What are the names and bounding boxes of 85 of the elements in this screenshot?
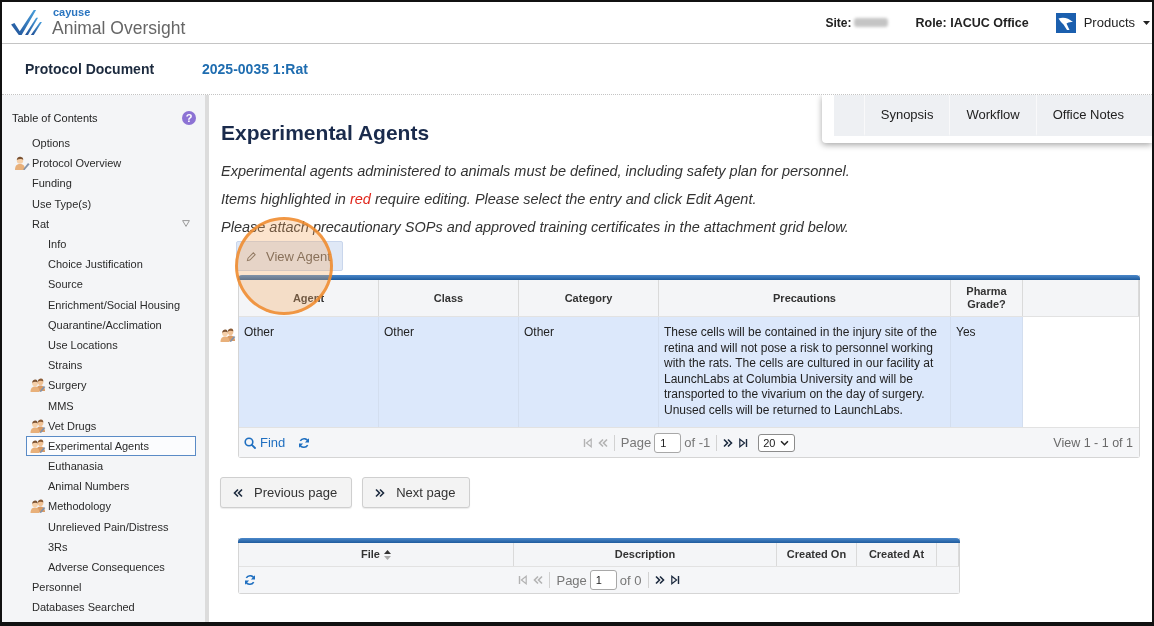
page-count-label: of -1 (684, 435, 711, 450)
page-count-label: of 0 (619, 572, 642, 588)
column-header[interactable]: Pharma Grade? (951, 280, 1023, 316)
toc-item[interactable]: Unrelieved Pain/Distress (26, 516, 196, 537)
role-label: Role: IACUC Office (915, 15, 1029, 30)
toc-item[interactable]: Rat (10, 213, 196, 234)
double-chevron-right-icon[interactable] (654, 575, 665, 585)
table-row[interactable] (239, 317, 1023, 427)
find-button[interactable]: Find (244, 435, 286, 450)
page-number-field[interactable]: 1 (654, 432, 682, 453)
two-people-icon (220, 328, 236, 342)
toc-item[interactable]: Info (26, 233, 196, 255)
toc-item[interactable]: Methodology (26, 496, 196, 517)
caret-down-icon[interactable] (1143, 20, 1150, 25)
checkmark-logo-icon (10, 9, 43, 36)
toc-item[interactable]: Databases Searched (10, 597, 196, 618)
triangle-bar-right-icon[interactable] (670, 575, 680, 585)
toc-title: Table of Contents (12, 112, 98, 124)
person-icon (14, 156, 30, 171)
previous-page-button[interactable]: Previous page (220, 477, 353, 508)
toc-item[interactable]: Quarantine/Acclimation (26, 314, 196, 335)
toc-item[interactable]: Adverse Consequences (26, 556, 196, 578)
brand-name: cayuse (53, 6, 91, 18)
double-chevron-right-icon[interactable] (723, 437, 734, 448)
record-count: View 1 - 1 of 1 (1053, 435, 1134, 450)
table-cell: These cells will be contained in the injury site of the retina and will not pose a risk to personnel working with the rats. The cells are cultured in our facility at LaunchLabs at Columbia University and will be transported to the vivarium on the day of surgery. Unused cells will be returned to LaunchLabs. (659, 317, 951, 427)
toc-item[interactable]: Choice Justification (26, 254, 196, 275)
page-number-field[interactable]: 1 (589, 570, 617, 590)
table-cell: Yes (951, 317, 1023, 427)
column-header[interactable]: Class (379, 280, 519, 316)
column-header[interactable]: Description (514, 543, 777, 566)
refresh-icon[interactable] (298, 436, 311, 449)
page-label: Page (556, 572, 587, 588)
toc-item[interactable]: Strains (26, 355, 196, 376)
page-label: Page (620, 435, 652, 450)
products-menu[interactable]: Products (1055, 7, 1152, 38)
table-cell: Other (379, 317, 519, 427)
pencil-icon (246, 250, 257, 262)
page-title: Experimental Agents (221, 121, 430, 145)
tab[interactable]: Office Notes (1035, 95, 1140, 136)
two-people-icon (30, 378, 46, 393)
document-label: Protocol Document (25, 61, 156, 77)
column-header[interactable]: Created At (857, 543, 937, 566)
toc-item[interactable]: Experimental Agents (26, 435, 196, 456)
search-icon (244, 436, 256, 449)
toc-item[interactable]: Source (26, 274, 196, 295)
double-chevron-left-icon[interactable] (233, 487, 243, 498)
column-header[interactable]: Created On (777, 543, 857, 566)
instruction-text: Experimental agents administered to animals must be defined, including safety plan for personnel. (221, 162, 851, 181)
toc-item[interactable]: Options (10, 133, 196, 154)
tab[interactable]: Synopsis (863, 95, 950, 136)
column-header[interactable]: Precautions (659, 280, 951, 316)
toc-item[interactable]: Funding (10, 173, 196, 194)
toc-item[interactable]: Vet Drugs (26, 415, 196, 436)
toc-item[interactable]: MMS (26, 395, 196, 416)
toc-item[interactable]: Personnel (10, 577, 196, 598)
toc-item[interactable]: Animal Numbers (26, 476, 196, 497)
swoosh-tile-icon[interactable] (1055, 12, 1076, 33)
instruction-text: Items highlighted in red require editing. Please select the entry and click Edit Agent. (221, 190, 758, 209)
column-header[interactable]: File (361, 548, 380, 561)
column-header[interactable]: Category (519, 280, 659, 316)
protocol-number: 2025-0035 1:Rat (202, 61, 308, 77)
toc-item[interactable]: Use Type(s) (10, 193, 196, 214)
site-label: Site: (825, 15, 852, 30)
double-chevron-right-icon[interactable] (375, 487, 386, 498)
toc-item[interactable]: Enrichment/Social Housing (26, 294, 196, 315)
chevron-down-icon[interactable] (780, 439, 790, 446)
refresh-icon[interactable] (244, 574, 256, 586)
table-cell: Other (239, 317, 379, 427)
help-icon[interactable]: ? (182, 111, 196, 125)
two-people-icon (30, 499, 46, 514)
page-size-select[interactable]: 20 (758, 433, 796, 452)
triangle-bar-right-icon[interactable] (739, 437, 749, 448)
toc-item[interactable]: Use Locations (26, 334, 196, 356)
next-page-button[interactable]: Next page (362, 477, 471, 508)
two-people-icon (30, 418, 46, 433)
toc-item[interactable]: Euthanasia (26, 456, 196, 477)
two-people-icon (30, 438, 46, 453)
toc-item[interactable]: Protocol Overview (10, 153, 196, 174)
sort-arrows-icon[interactable] (383, 549, 391, 560)
toc-item[interactable]: Surgery (26, 375, 196, 396)
table-cell: Other (519, 317, 659, 427)
tab[interactable]: Workflow (949, 95, 1036, 136)
toc-item[interactable]: 3Rs (26, 536, 196, 557)
product-name: Animal Oversight (52, 18, 186, 39)
